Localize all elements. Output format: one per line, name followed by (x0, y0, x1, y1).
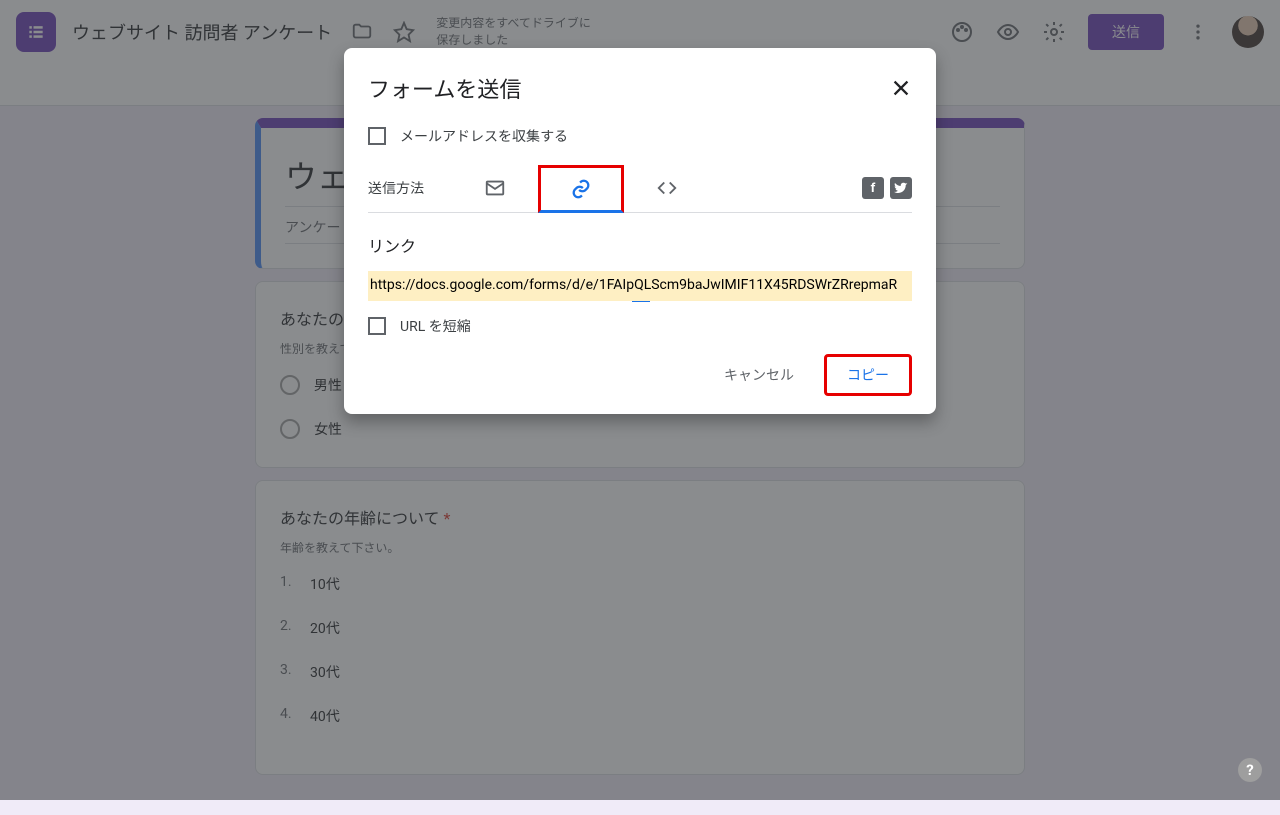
dialog-title: フォームを送信 (368, 72, 521, 104)
tab-link[interactable] (538, 165, 624, 213)
link-section-label: リンク (368, 233, 912, 257)
facebook-icon[interactable]: f (862, 177, 884, 199)
checkbox-icon[interactable] (368, 127, 386, 145)
shorten-url-label: URL を短縮 (400, 316, 471, 336)
collect-email-row[interactable]: メールアドレスを収集する (368, 126, 912, 146)
send-dialog: フォームを送信 メールアドレスを収集する 送信方法 f (344, 48, 936, 414)
cancel-button[interactable]: キャンセル (704, 357, 814, 393)
modal-scrim[interactable]: フォームを送信 メールアドレスを収集する 送信方法 f (0, 0, 1280, 800)
url-input[interactable] (368, 271, 912, 301)
close-icon[interactable] (890, 77, 912, 99)
send-method-tabs: 送信方法 f (368, 164, 912, 213)
tab-embed[interactable] (624, 164, 710, 212)
shorten-url-row[interactable]: URL を短縮 (368, 316, 912, 336)
help-icon[interactable]: ? (1238, 758, 1262, 782)
method-label: 送信方法 (368, 178, 424, 198)
copy-button[interactable]: コピー (824, 354, 912, 396)
twitter-icon[interactable] (890, 177, 912, 199)
checkbox-icon[interactable] (368, 317, 386, 335)
collect-email-label: メールアドレスを収集する (400, 126, 568, 146)
tab-email[interactable] (452, 164, 538, 212)
